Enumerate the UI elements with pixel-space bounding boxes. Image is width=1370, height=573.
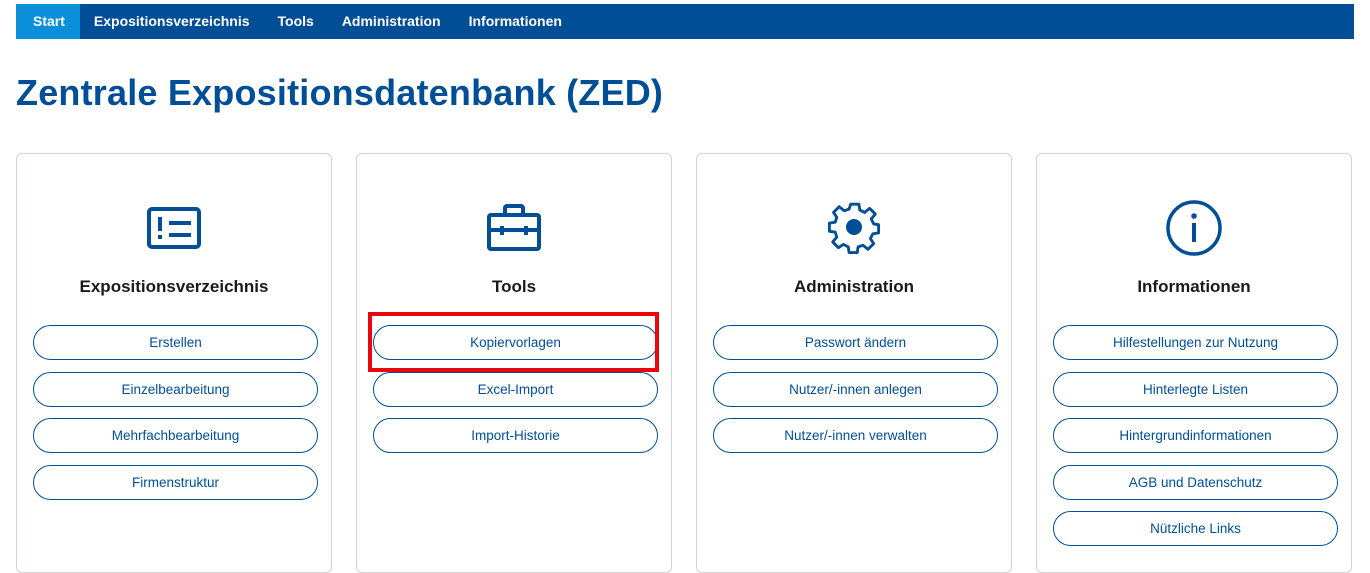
passwort-aendern-button[interactable]: Passwort ändern [713, 325, 998, 360]
agb-datenschutz-button[interactable]: AGB und Datenschutz [1053, 464, 1338, 500]
firmenstruktur-button[interactable]: Firmenstruktur [33, 464, 318, 500]
mehrfachbearbeitung-button[interactable]: Mehrfachbearbeitung [33, 418, 318, 453]
nav-expositionsverzeichnis[interactable]: Expositionsverzeichnis [80, 4, 264, 39]
hilfestellungen-button[interactable]: Hilfestellungen zur Nutzung [1053, 325, 1338, 360]
card-administration: Administration Passwort ändern Nutzer/-i… [696, 153, 1012, 573]
card-title: Tools [491, 277, 537, 296]
list-exclamation-icon [142, 196, 206, 260]
button-list: Passwort ändern Nutzer/-innen anlegen Nu… [713, 325, 998, 465]
page-title: Zentrale Expositionsdatenbank (ZED) [16, 72, 664, 113]
excel-import-button[interactable]: Excel-Import [373, 371, 658, 407]
erstellen-button[interactable]: Erstellen [33, 325, 318, 360]
einzelbearbeitung-button[interactable]: Einzelbearbeitung [33, 371, 318, 407]
button-list: Hilfestellungen zur Nutzung Hinterlegte … [1053, 325, 1338, 558]
nav-administration[interactable]: Administration [328, 4, 455, 39]
card-title: Expositionsverzeichnis [79, 277, 269, 296]
hintergrundinformationen-button[interactable]: Hintergrundinformationen [1053, 418, 1338, 453]
kopiervorlagen-button[interactable]: Kopiervorlagen [373, 325, 658, 360]
top-navigation: Start Expositionsverzeichnis Tools Admin… [16, 4, 1354, 39]
card-informationen: Informationen Hilfestellungen zur Nutzun… [1036, 153, 1352, 573]
card-tools: Tools Kopiervorlagen Excel-Import Import… [356, 153, 672, 573]
hinterlegte-listen-button[interactable]: Hinterlegte Listen [1053, 371, 1338, 407]
nutzer-anlegen-button[interactable]: Nutzer/-innen anlegen [713, 371, 998, 407]
card-expositionsverzeichnis: Expositionsverzeichnis Erstellen Einzelb… [16, 153, 332, 573]
card-title: Administration [794, 277, 914, 296]
info-icon [1162, 196, 1226, 260]
card-title: Informationen [1137, 277, 1251, 296]
nav-start[interactable]: Start [16, 4, 80, 39]
gear-icon [822, 196, 886, 260]
button-list: Erstellen Einzelbearbeitung Mehrfachbear… [33, 325, 318, 511]
button-list: Kopiervorlagen Excel-Import Import-Histo… [373, 325, 658, 465]
toolbox-icon [482, 196, 546, 260]
import-historie-button[interactable]: Import-Historie [373, 418, 658, 453]
nav-informationen[interactable]: Informationen [455, 4, 576, 39]
nutzer-verwalten-button[interactable]: Nutzer/-innen verwalten [713, 418, 998, 453]
nav-tools[interactable]: Tools [264, 4, 328, 39]
nuetzliche-links-button[interactable]: Nützliche Links [1053, 511, 1338, 546]
